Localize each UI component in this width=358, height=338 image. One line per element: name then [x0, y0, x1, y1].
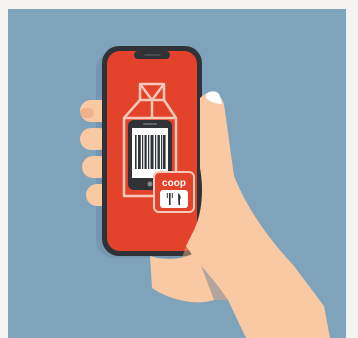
badge-panel [160, 190, 188, 208]
illustration-frame: coop [0, 0, 358, 338]
coop-badge: coop [153, 171, 195, 213]
hand-phone-illustration: coop [80, 46, 330, 338]
coop-logo-text: coop [162, 178, 186, 189]
